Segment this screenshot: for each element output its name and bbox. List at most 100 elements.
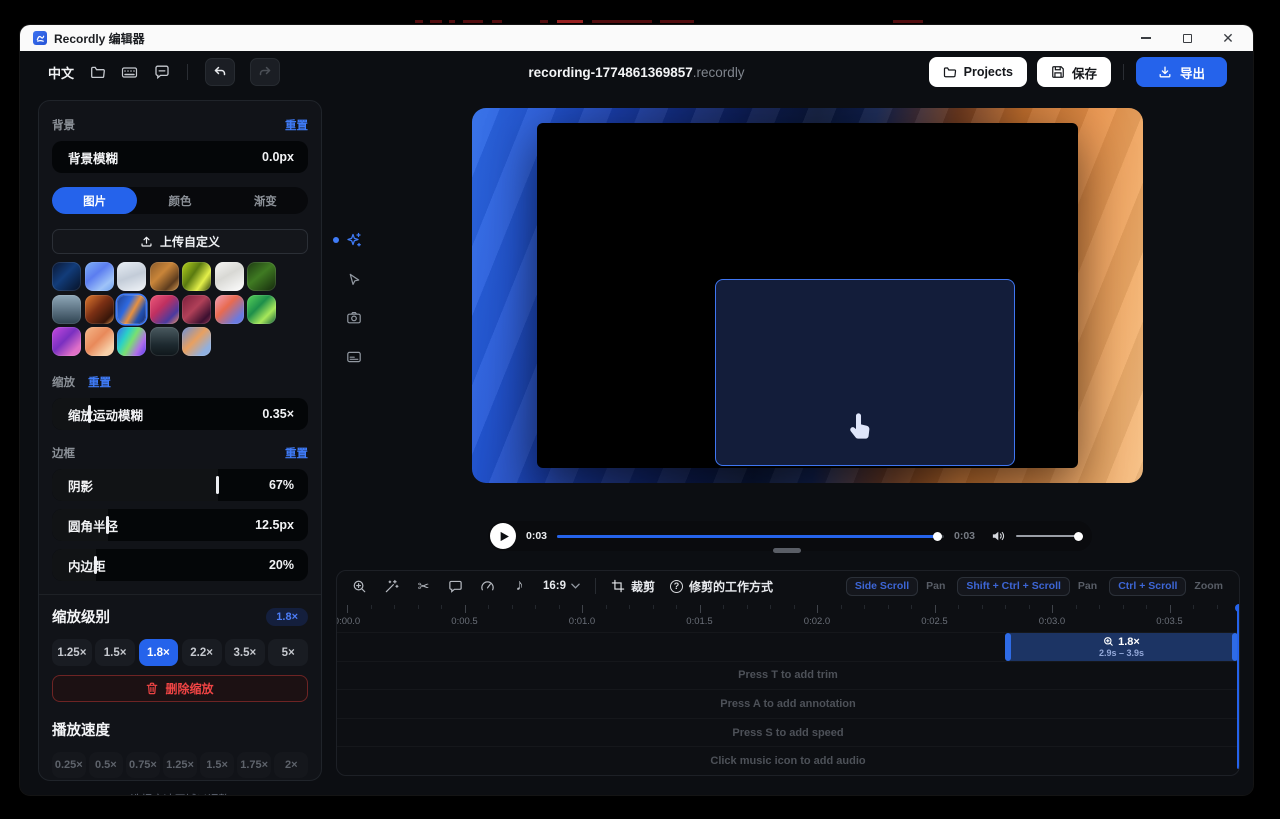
seek-knob[interactable] — [933, 532, 942, 541]
projects-button[interactable]: Projects — [929, 57, 1027, 87]
background-thumbnail-11[interactable] — [150, 295, 179, 324]
zoom-option-3.5×[interactable]: 3.5× — [225, 639, 265, 666]
background-thumbnail-4[interactable] — [150, 262, 179, 291]
desktop-artifact — [415, 20, 423, 23]
delete-zoom-button[interactable]: 删除缩放 — [52, 675, 308, 702]
undo-button[interactable] — [205, 58, 235, 86]
background-thumbnail-1[interactable] — [52, 262, 81, 291]
speed-option-0.5×[interactable]: 0.5× — [89, 752, 123, 778]
background-thumbnail-7[interactable] — [247, 262, 276, 291]
export-button[interactable]: 导出 — [1136, 57, 1227, 87]
crop-button[interactable]: 裁剪 — [611, 578, 655, 595]
playback-speed-hint: 选择变速区域以调整 — [52, 791, 308, 795]
segment-left-handle[interactable] — [1005, 633, 1011, 661]
shadow-slider[interactable]: 阴影 67% — [52, 469, 308, 501]
panel-resize-handle[interactable] — [773, 548, 801, 553]
keyboard-icon[interactable] — [121, 64, 138, 81]
desktop-artifact — [557, 20, 583, 23]
zoom-reset-button[interactable]: 重置 — [88, 374, 111, 390]
slider-handle[interactable] — [216, 476, 219, 494]
background-thumbnail-3[interactable] — [117, 262, 146, 291]
background-thumbnail-15[interactable] — [52, 327, 81, 356]
background-reset-button[interactable]: 重置 — [285, 117, 308, 133]
corner-radius-slider[interactable]: 圆角半径 12.5px — [52, 509, 308, 541]
background-section-title: 背景 — [52, 117, 75, 133]
shadow-value: 67% — [269, 469, 294, 501]
zoom-motion-blur-slider[interactable]: 缩放运动模糊 0.35× — [52, 398, 308, 430]
zoom-option-1.5×[interactable]: 1.5× — [95, 639, 135, 666]
zoom-effects-tool[interactable] — [345, 231, 363, 249]
music-icon[interactable]: ♪ — [511, 578, 528, 595]
background-thumbnail-9[interactable] — [85, 295, 114, 324]
minimize-button[interactable] — [1139, 31, 1153, 45]
background-blur-slider[interactable]: 背景模糊 0.0px — [52, 141, 308, 173]
tab-gradient[interactable]: 渐变 — [223, 187, 308, 214]
background-thumbnail-13[interactable] — [215, 295, 244, 324]
background-thumbnail-10[interactable] — [117, 295, 146, 324]
trim-help-button[interactable]: ? 修剪的工作方式 — [670, 578, 773, 595]
speed-option-0.25×[interactable]: 0.25× — [52, 752, 86, 778]
zoom-option-1.25×[interactable]: 1.25× — [52, 639, 92, 666]
speed-gauge-icon[interactable] — [479, 578, 496, 595]
redo-button[interactable] — [250, 58, 280, 86]
timeline-track-lane[interactable]: Press S to add speed — [337, 718, 1239, 747]
tab-image[interactable]: 图片 — [52, 187, 137, 214]
camera-icon — [346, 310, 362, 326]
seek-bar[interactable] — [557, 531, 944, 541]
volume-knob[interactable] — [1074, 532, 1083, 541]
magic-wand-icon[interactable] — [383, 578, 400, 595]
timeline-zoom-icon[interactable] — [351, 578, 368, 595]
background-thumbnail-2[interactable] — [85, 262, 114, 291]
aspect-ratio-dropdown[interactable]: 16:9 — [543, 580, 580, 592]
ruler-minor-tick — [1005, 605, 1006, 609]
volume-slider[interactable] — [1016, 531, 1080, 541]
video-preview[interactable] — [472, 108, 1143, 483]
background-thumbnail-14[interactable] — [247, 295, 276, 324]
cursor-tool[interactable] — [345, 270, 363, 288]
ruler-tick-label: 0:02.0 — [804, 616, 830, 627]
open-folder-icon[interactable] — [89, 64, 106, 81]
background-thumbnail-17[interactable] — [117, 327, 146, 356]
zoom-option-2.2×[interactable]: 2.2× — [182, 639, 222, 666]
speed-option-1.5×[interactable]: 1.5× — [200, 752, 234, 778]
background-thumbnail-16[interactable] — [85, 327, 114, 356]
speed-option-1.25×[interactable]: 1.25× — [163, 752, 197, 778]
scissors-icon[interactable]: ✂ — [415, 578, 432, 595]
close-button[interactable]: ✕ — [1221, 31, 1235, 45]
caption-tool[interactable] — [345, 348, 363, 366]
border-reset-button[interactable]: 重置 — [285, 445, 308, 461]
upload-custom-button[interactable]: 上传自定义 — [52, 229, 308, 254]
maximize-button[interactable] — [1180, 31, 1194, 45]
speaker-icon[interactable] — [991, 529, 1006, 543]
background-thumbnail-5[interactable] — [182, 262, 211, 291]
timeline-track-lane[interactable]: Click music icon to add audio — [337, 746, 1239, 775]
timeline-track-lane[interactable]: Press T to add trim — [337, 661, 1239, 690]
background-thumbnail-18[interactable] — [150, 327, 179, 356]
playhead[interactable] — [1237, 605, 1240, 769]
camera-tool[interactable] — [345, 309, 363, 327]
zoom-option-1.8×[interactable]: 1.8× — [139, 639, 179, 666]
timeline-track-lane[interactable]: Press A to add annotation — [337, 689, 1239, 718]
background-thumbnail-12[interactable] — [182, 295, 211, 324]
speed-option-1.75×[interactable]: 1.75× — [237, 752, 271, 778]
background-thumbnail-6[interactable] — [215, 262, 244, 291]
timeline-ruler[interactable]: 0:00.00:00.50:01.00:01.50:02.00:02.50:03… — [337, 601, 1239, 632]
padding-slider[interactable]: 内边距 20% — [52, 549, 308, 581]
zoom-option-5×[interactable]: 5× — [268, 639, 308, 666]
current-time: 0:03 — [526, 530, 547, 542]
background-thumbnail-19[interactable] — [182, 327, 211, 356]
export-label: 导出 — [1180, 63, 1205, 82]
language-button[interactable]: 中文 — [48, 63, 74, 82]
feedback-icon[interactable] — [153, 64, 170, 81]
background-thumbnail-8[interactable] — [52, 295, 81, 324]
annotation-icon[interactable] — [447, 578, 464, 595]
background-grid — [52, 262, 308, 356]
speed-option-0.75×[interactable]: 0.75× — [126, 752, 160, 778]
tab-color[interactable]: 颜色 — [137, 187, 222, 214]
desktop-artifact — [430, 20, 442, 23]
help-icon: ? — [670, 580, 683, 593]
save-button[interactable]: 保存 — [1037, 57, 1111, 87]
play-button[interactable] — [490, 523, 516, 549]
zoom-segment[interactable]: 1.8× 2.9s – 3.9s — [1005, 633, 1238, 661]
speed-option-2×[interactable]: 2× — [274, 752, 308, 778]
